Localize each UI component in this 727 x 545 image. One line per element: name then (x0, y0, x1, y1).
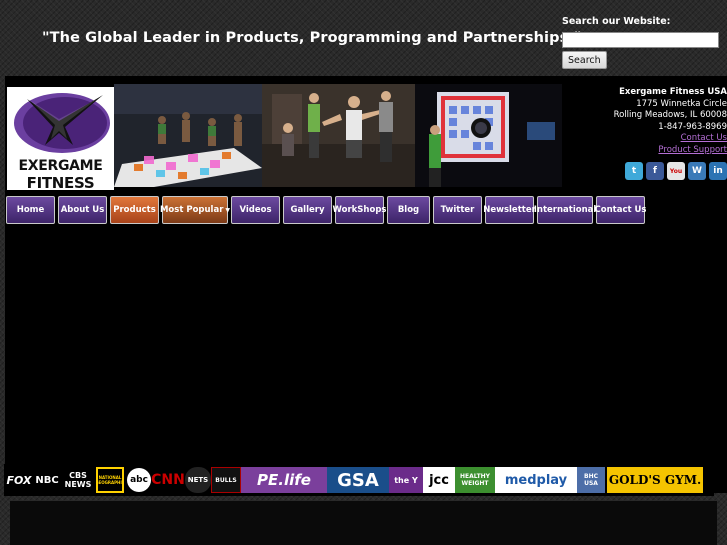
ymca-logo: the Y (389, 467, 423, 493)
linkedin-icon[interactable]: in (709, 162, 727, 180)
footer-panel (10, 501, 717, 545)
nav-label: Blog (397, 205, 420, 215)
nets-logo: NETS (185, 467, 211, 493)
site-logo[interactable]: EXERGAME FITNESS (7, 87, 114, 192)
medplay-logo: medplay (495, 467, 577, 493)
nav-about-us[interactable]: About Us (58, 196, 107, 224)
company-address-line1: 1775 Winnetka Circle (636, 98, 727, 109)
company-name: Exergame Fitness USA (619, 87, 727, 97)
header-photo-dance-floor (114, 84, 262, 187)
bulls-logo: BULLS (211, 467, 241, 493)
nav-label: Videos (239, 205, 272, 215)
nav-label: Gallery (290, 205, 325, 215)
youtube-icon[interactable]: You (667, 162, 685, 180)
main-nav: Home About Us Products Most Popular ▼ Vid… (6, 196, 647, 224)
header-photo-light-wall (415, 84, 562, 187)
twitter-icon[interactable]: t (625, 162, 643, 180)
header-photo-kids-exercising (262, 84, 415, 187)
nav-gallery[interactable]: Gallery (283, 196, 332, 224)
jcc-logo: jcc (423, 467, 455, 493)
healthy-weight-logo: HEALTHY WEIGHT (455, 467, 495, 493)
nav-label: Twitter (440, 205, 475, 215)
company-phone: 1-847-963-8969 (658, 121, 727, 132)
nav-home[interactable]: Home (6, 196, 55, 224)
logo-text-line2: FITNESS (26, 174, 95, 192)
partner-logos-strip: FOX NBC CBS NEWS NATIONAL GEOGRAPHIC abc… (4, 464, 714, 496)
company-info: Exergame Fitness USA 1775 Winnetka Circl… (614, 87, 727, 156)
nav-label: WorkShops (332, 205, 387, 215)
nav-label: Newsletter (483, 205, 536, 215)
product-support-link[interactable]: Product Support (658, 145, 727, 155)
contact-us-link[interactable]: Contact Us (681, 133, 727, 143)
logo-text-line1: EXERGAME (18, 158, 103, 174)
nav-contact-us[interactable]: Contact Us (594, 196, 647, 224)
main-panel: EXERGAME FITNESS Exergame Fitness USA 17… (5, 76, 727, 493)
search-block: Search our Website: Search (562, 16, 722, 69)
company-address-line2: Rolling Meadows, IL 60008 (613, 110, 727, 120)
nav-label: Most Popular (159, 205, 224, 215)
nbc-logo: NBC (34, 467, 60, 493)
nav-videos[interactable]: Videos (231, 196, 280, 224)
site-tagline: "The Global Leader in Products, Programm… (42, 30, 582, 46)
nav-newsletter[interactable]: Newsletter (483, 196, 536, 224)
national-geographic-logo: NATIONAL GEOGRAPHIC (96, 467, 124, 493)
fox-logo: FOX (4, 467, 34, 493)
chevron-down-icon: ▼ (225, 206, 231, 214)
wordpress-icon[interactable]: W (688, 162, 706, 180)
search-input[interactable] (562, 31, 719, 48)
nav-international[interactable]: International (534, 196, 596, 224)
nav-products[interactable]: Products (110, 196, 159, 224)
search-label: Search our Website: (562, 16, 671, 27)
nav-label: About Us (60, 205, 105, 215)
bhc-usa-logo: BHC USA (577, 467, 605, 493)
nav-label: Home (16, 205, 45, 215)
nav-label: Products (113, 205, 156, 215)
nav-label: International (533, 205, 597, 215)
nav-blog[interactable]: Blog (387, 196, 430, 224)
social-icons: t f You W in (625, 162, 727, 180)
nav-twitter[interactable]: Twitter (433, 196, 482, 224)
logo-emblem-icon (14, 93, 110, 153)
nav-workshops[interactable]: WorkShops (332, 196, 387, 224)
pe-life-logo: PE.life (241, 467, 327, 493)
cnn-logo: CNN (151, 467, 185, 493)
gsa-logo: GSA (327, 467, 389, 493)
nav-most-popular[interactable]: Most Popular ▼ (159, 196, 231, 224)
facebook-icon[interactable]: f (646, 162, 664, 180)
cbs-news-logo: CBS NEWS (60, 467, 96, 493)
golds-gym-logo: GOLD'S GYM. (607, 467, 703, 493)
search-button[interactable]: Search (562, 51, 607, 69)
nav-label: Contact Us (594, 205, 647, 215)
abc-logo: abc (127, 468, 151, 492)
